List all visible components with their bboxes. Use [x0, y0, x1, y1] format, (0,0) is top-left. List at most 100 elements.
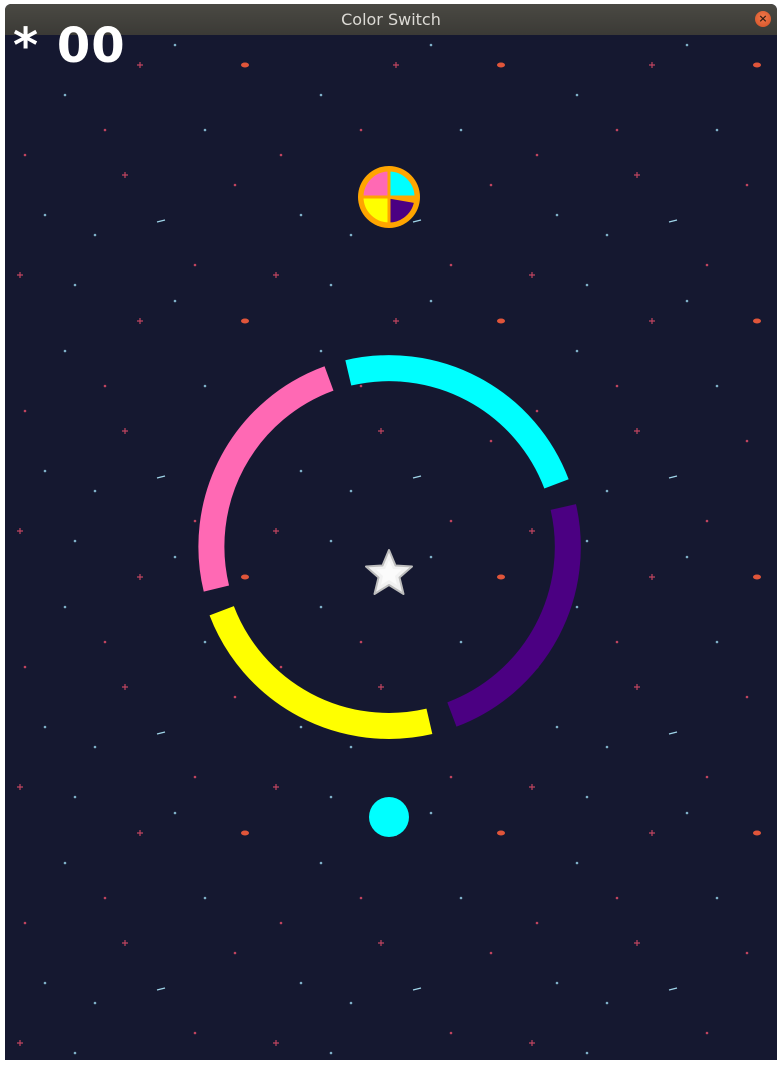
background-star — [459, 896, 463, 900]
background-star — [715, 896, 719, 900]
background-star — [23, 409, 27, 413]
background-star — [279, 665, 283, 669]
background-star — [429, 43, 433, 47]
background-star — [535, 921, 539, 925]
background-star — [429, 555, 433, 559]
background-star — [319, 349, 323, 353]
background-star — [585, 283, 589, 287]
background-star — [203, 128, 207, 132]
background-star — [449, 263, 453, 267]
background-star — [279, 921, 283, 925]
background-star — [585, 795, 589, 799]
background-star — [329, 283, 333, 287]
background-star — [193, 519, 197, 523]
game-window: Color Switch × * 00 — [5, 4, 777, 1060]
background-star — [73, 1051, 77, 1055]
background-star — [685, 555, 689, 559]
background-star — [241, 318, 249, 324]
background-star — [203, 896, 207, 900]
background-star — [497, 318, 505, 324]
background-star — [279, 153, 283, 157]
color-switcher-icon — [358, 166, 420, 228]
background-star — [715, 128, 719, 132]
background-star — [93, 489, 97, 493]
background-star — [429, 299, 433, 303]
background-star — [705, 775, 709, 779]
background-star — [193, 263, 197, 267]
background-star — [43, 981, 47, 985]
background-star — [575, 861, 579, 865]
background-star — [449, 1031, 453, 1035]
background-star — [299, 213, 303, 217]
background-star — [43, 469, 47, 473]
background-star — [753, 574, 761, 580]
background-star — [575, 93, 579, 97]
background-star — [63, 349, 67, 353]
background-star — [359, 128, 363, 132]
close-icon[interactable]: × — [755, 11, 771, 27]
background-star — [193, 1031, 197, 1035]
background-star — [103, 640, 107, 644]
game-canvas[interactable] — [5, 35, 777, 1060]
background-star — [173, 299, 177, 303]
background-star — [73, 795, 77, 799]
background-star — [173, 811, 177, 815]
player-ball — [369, 797, 409, 837]
background-star — [685, 811, 689, 815]
background-star — [459, 640, 463, 644]
background-star — [575, 605, 579, 609]
background-star — [63, 605, 67, 609]
background-star — [173, 555, 177, 559]
background-star — [745, 183, 749, 187]
background-star — [615, 896, 619, 900]
background-star — [73, 283, 77, 287]
background-star — [585, 539, 589, 543]
background-star — [705, 519, 709, 523]
background-star — [535, 153, 539, 157]
background-star — [753, 830, 761, 836]
background-star — [685, 43, 689, 47]
background-star — [329, 795, 333, 799]
background-star — [359, 896, 363, 900]
background-star — [93, 233, 97, 237]
background-star — [329, 539, 333, 543]
background-star — [605, 1001, 609, 1005]
background-star — [555, 981, 559, 985]
background-star — [615, 384, 619, 388]
background-star — [745, 695, 749, 699]
background-star — [23, 153, 27, 157]
background-star — [715, 640, 719, 644]
background-star — [233, 183, 237, 187]
background-star — [585, 1051, 589, 1055]
background-star — [93, 745, 97, 749]
background-star — [497, 62, 505, 68]
background-star — [319, 861, 323, 865]
background-star — [299, 725, 303, 729]
background-star — [193, 775, 197, 779]
background-star — [319, 93, 323, 97]
background-star — [233, 951, 237, 955]
background-star — [103, 128, 107, 132]
background-star — [299, 981, 303, 985]
background-star — [203, 640, 207, 644]
background-star — [359, 640, 363, 644]
score-display: * 00 — [13, 18, 126, 74]
background-star — [705, 263, 709, 267]
background-star — [497, 574, 505, 580]
background-star — [73, 539, 77, 543]
background-star — [615, 128, 619, 132]
background-star — [43, 725, 47, 729]
background-star — [203, 384, 207, 388]
background-star — [93, 1001, 97, 1005]
background-star — [605, 233, 609, 237]
background-star — [63, 93, 67, 97]
background-star — [23, 665, 27, 669]
background-star — [605, 745, 609, 749]
background-star — [753, 318, 761, 324]
background-star — [705, 1031, 709, 1035]
background-star — [63, 861, 67, 865]
background-star — [241, 62, 249, 68]
background-star — [489, 439, 493, 443]
background-star — [233, 695, 237, 699]
background-star — [349, 233, 353, 237]
